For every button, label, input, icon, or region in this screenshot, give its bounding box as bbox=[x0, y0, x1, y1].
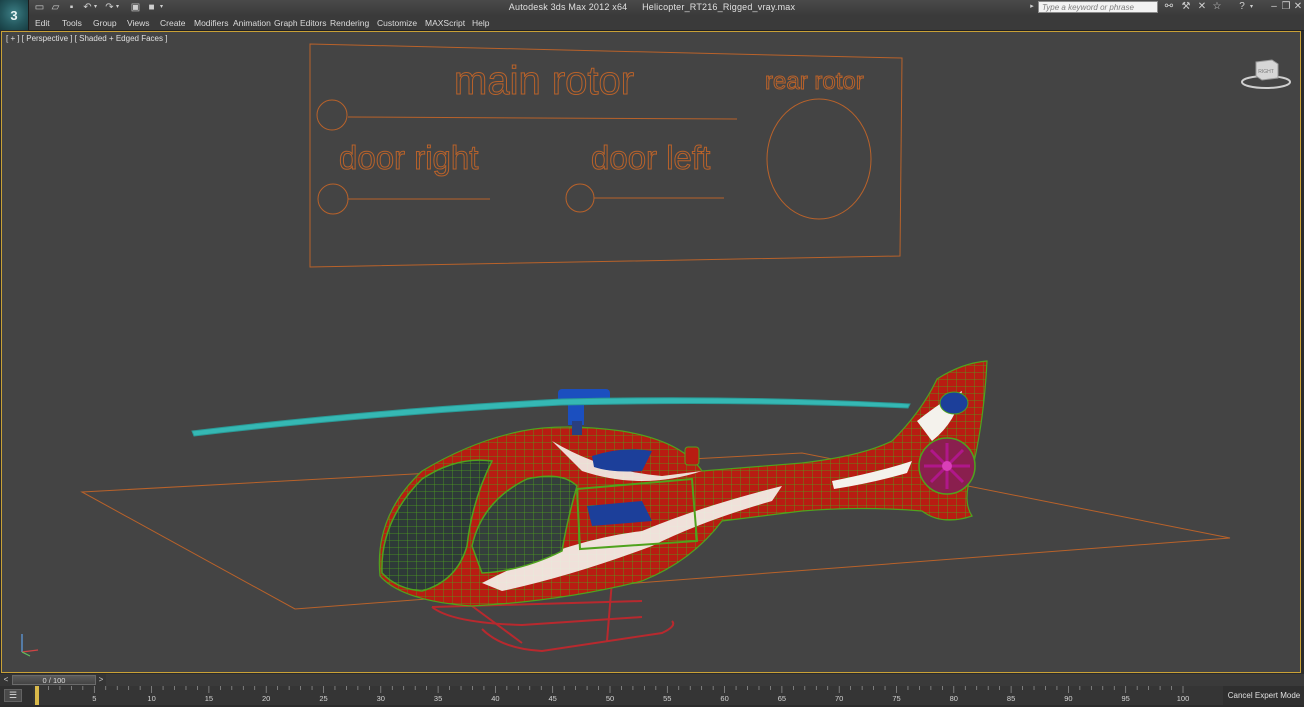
tick-label: 85 bbox=[1006, 694, 1016, 703]
menu-customize[interactable]: Customize bbox=[377, 18, 417, 28]
tail-rotor-hub bbox=[942, 461, 952, 471]
key-tool-icon[interactable]: ⚒ bbox=[1180, 1, 1192, 13]
door-right-label: door right bbox=[339, 139, 478, 176]
menu-modifiers[interactable]: Modifiers bbox=[194, 18, 228, 28]
search-input[interactable]: Type a keyword or phrase bbox=[1038, 1, 1158, 13]
tick-label: 45 bbox=[548, 694, 557, 703]
tick-label: 75 bbox=[892, 694, 901, 703]
tick-label: 70 bbox=[835, 694, 844, 703]
door-left-label: door left bbox=[591, 139, 710, 176]
help-icon[interactable]: ? bbox=[1236, 1, 1248, 13]
tick-label: 50 bbox=[605, 694, 615, 703]
binoculars-icon[interactable]: ⚯ bbox=[1163, 1, 1175, 13]
time-slider-thumb[interactable]: 0 / 100 bbox=[12, 675, 96, 685]
tick-label: 60 bbox=[720, 694, 729, 703]
menu-bar: Edit Tools Group Views Create Modifiers … bbox=[28, 16, 1304, 31]
track-bar-ruler[interactable]: 5 10 15 20 25 30 35 40 45 50 55 60 65 70 75 80 85 90 95 100 bbox=[33, 686, 1223, 705]
tick-label: 55 bbox=[663, 694, 672, 703]
main-rotor-slider-knob[interactable] bbox=[316, 99, 348, 131]
menu-help[interactable]: Help bbox=[472, 18, 489, 28]
title-bar: 3 ▭ ▱ ▪ ↶ ▾ ↷ ▾ ▣ ■ ▾ Autodesk 3ds Max 2… bbox=[0, 0, 1304, 30]
tick-label: 30 bbox=[376, 694, 385, 703]
tail-fin-roundel bbox=[939, 391, 969, 415]
door-left-slider-knob[interactable] bbox=[565, 183, 595, 213]
tick-label: 10 bbox=[147, 694, 156, 703]
tick-label: 35 bbox=[433, 694, 443, 703]
axis-tripod-icon bbox=[21, 634, 39, 657]
time-slider-track[interactable] bbox=[106, 674, 1304, 686]
time-prev-icon[interactable]: < bbox=[1, 674, 11, 686]
door-right-slider-knob[interactable] bbox=[317, 183, 349, 215]
help-dropdown-icon[interactable]: ▾ bbox=[1248, 1, 1255, 13]
minimize-icon[interactable]: – bbox=[1268, 1, 1280, 13]
tick-label: 65 bbox=[777, 694, 787, 703]
tick-label: 100 bbox=[1176, 694, 1190, 703]
menu-tools[interactable]: Tools bbox=[62, 18, 82, 28]
file-name: Helicopter_RT216_Rigged_vray.max bbox=[642, 2, 796, 12]
menu-maxscript[interactable]: MAXScript bbox=[425, 18, 465, 28]
viewcube-face-label: RIGHT bbox=[1258, 69, 1274, 75]
current-frame-marker[interactable] bbox=[35, 686, 39, 705]
viewcube[interactable]: RIGHT bbox=[1238, 56, 1294, 92]
track-bar-filter-icon[interactable]: ☰ bbox=[4, 689, 22, 702]
tick-label: 40 bbox=[491, 694, 500, 703]
tick-label: 15 bbox=[204, 694, 214, 703]
main-rotor-slider-track bbox=[347, 116, 738, 120]
perspective-viewport[interactable]: [ + ] [ Perspective ] [ Shaded + Edged F… bbox=[1, 31, 1301, 673]
time-slider-bar: < 0 / 100 > bbox=[0, 674, 1304, 686]
menu-create[interactable]: Create bbox=[160, 18, 186, 28]
tick-label: 5 bbox=[92, 694, 97, 703]
menu-group[interactable]: Group bbox=[93, 18, 117, 28]
menu-graph-editors[interactable]: Graph Editors bbox=[274, 18, 326, 28]
menu-edit[interactable]: Edit bbox=[35, 18, 50, 28]
app-name: Autodesk 3ds Max 2012 x64 bbox=[508, 2, 628, 12]
app-logo-icon[interactable]: 3 bbox=[0, 0, 29, 30]
viewport-scene[interactable]: main rotor rear rotor door right door le… bbox=[2, 32, 1301, 673]
tick-label: 95 bbox=[1121, 694, 1130, 703]
close-icon[interactable]: ✕ bbox=[1292, 1, 1304, 13]
tick-label: 20 bbox=[262, 694, 271, 703]
menu-views[interactable]: Views bbox=[127, 18, 150, 28]
tick-label: 90 bbox=[1064, 694, 1073, 703]
tick-label: 25 bbox=[319, 694, 328, 703]
exchange-icon[interactable]: ✕ bbox=[1196, 1, 1208, 13]
search-expand-icon[interactable]: ▸ bbox=[1028, 1, 1036, 13]
restore-icon[interactable]: ❐ bbox=[1280, 1, 1292, 13]
time-next-icon[interactable]: > bbox=[96, 674, 106, 686]
exhaust bbox=[684, 446, 700, 466]
menu-rendering[interactable]: Rendering bbox=[330, 18, 369, 28]
rear-rotor-dial[interactable] bbox=[766, 98, 872, 220]
menu-animation[interactable]: Animation bbox=[233, 18, 271, 28]
star-icon[interactable]: ☆ bbox=[1211, 1, 1223, 13]
track-bar: ☰ 5 10 15 20 25 30 35 40 45 50 55 60 65 70 75 80 85 90 95 1… bbox=[0, 686, 1304, 705]
tick-label: 80 bbox=[949, 694, 958, 703]
rear-rotor-label: rear rotor bbox=[765, 68, 864, 95]
main-rotor-label: main rotor bbox=[454, 59, 634, 103]
cancel-expert-mode-button[interactable]: Cancel Expert Mode bbox=[1224, 686, 1304, 705]
